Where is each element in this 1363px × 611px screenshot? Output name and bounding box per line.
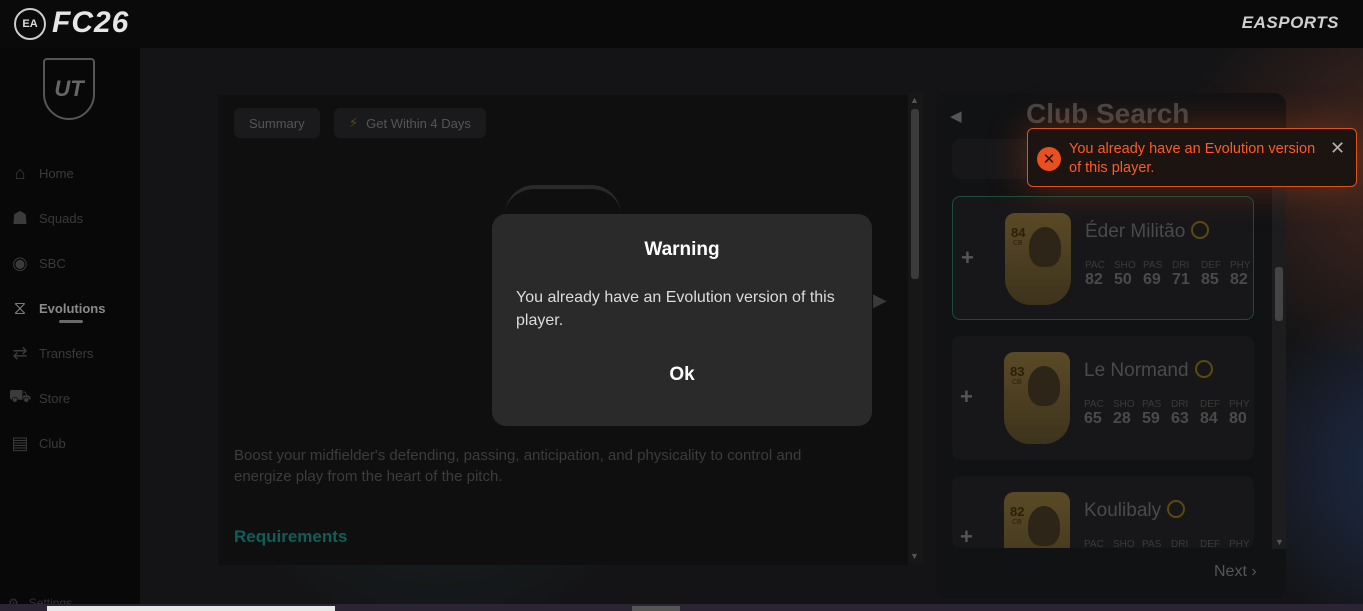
sidebar-item-label: Club	[39, 435, 66, 451]
evolution-badge-icon	[1167, 500, 1186, 518]
next-button[interactable]: Next ›	[1214, 563, 1257, 581]
sidebar-item-label: Squads	[39, 210, 84, 226]
evolution-description: Boost your midfielder's defending, passi…	[234, 447, 802, 485]
player-name: Koulibaly	[1084, 500, 1186, 522]
player-rating: 82	[1010, 504, 1025, 519]
add-player-button[interactable]: +	[961, 245, 974, 271]
dialog-title: Warning	[644, 239, 720, 260]
player-photo	[1028, 506, 1060, 546]
game-title: FC26	[52, 6, 130, 39]
warning-dialog: Warning You already have an Evolution ve…	[492, 214, 872, 426]
add-player-button[interactable]: +	[960, 384, 973, 410]
scroll-up-icon[interactable]: ▲	[910, 95, 919, 105]
player-name: Le Normand	[1084, 360, 1213, 382]
chevron-right-icon: ›	[1251, 563, 1257, 580]
main-scrollbar[interactable]: ▲ ▼	[908, 93, 922, 563]
top-bar: EA FC26 EASPORTS	[0, 0, 1363, 48]
chip-label: Summary	[249, 115, 305, 131]
player-row-eder-militao[interactable]: + 84 CB Éder Militão PAC 82 SHO 50 PAS 69 D…	[952, 196, 1254, 320]
chevron-right-icon[interactable]: ▶	[873, 290, 887, 311]
player-photo	[1028, 366, 1060, 406]
requirements-heading: Requirements	[234, 527, 348, 546]
player-name: Éder Militão	[1085, 221, 1210, 243]
player-position: CB	[1013, 240, 1023, 247]
sidebar-item-sbc[interactable]: ◉ SBC	[8, 248, 133, 278]
error-icon: ✕	[1037, 147, 1061, 171]
sidebar-item-home[interactable]: ⌂ Home	[8, 158, 133, 188]
close-icon[interactable]: ✕	[1330, 138, 1345, 159]
toast-message: You already have an Evolution version of…	[1069, 141, 1316, 176]
evolutions-icon: ⧖	[13, 297, 27, 318]
player-photo	[1029, 227, 1061, 267]
evolution-card-outline	[505, 185, 621, 215]
sbc-icon: ◉	[12, 252, 28, 273]
add-player-button[interactable]: +	[960, 524, 973, 548]
dialog-message: You already have an Evolution version of…	[516, 289, 835, 329]
transfers-icon: ⇄	[12, 342, 28, 363]
club-icon: ▤	[11, 432, 29, 453]
sidebar-item-label: SBC	[39, 255, 66, 271]
player-rating: 84	[1011, 225, 1026, 240]
tab-get-within-4-days[interactable]: ⚡ Get Within 4 Days	[334, 108, 486, 138]
scroll-down-icon[interactable]: ▼	[1275, 537, 1284, 547]
scrollbar-thumb[interactable]	[1275, 267, 1283, 321]
taskbar-segment	[47, 606, 335, 611]
taskbar-segment	[632, 606, 680, 611]
player-card: 84 CB	[1005, 213, 1071, 305]
lightning-icon: ⚡	[349, 115, 359, 130]
ok-button[interactable]: Ok	[657, 364, 707, 390]
sidebar-item-transfers[interactable]: ⇄ Transfers	[8, 338, 133, 368]
sidebar: UT ⌂ Home ☗ Squads ◉ SBC ⧖ Evolutions ⇄ …	[0, 48, 140, 611]
scroll-down-icon[interactable]: ▼	[910, 551, 919, 561]
home-icon: ⌂	[14, 162, 26, 183]
ea-logo: EA	[14, 8, 46, 40]
tab-summary[interactable]: Summary	[234, 108, 320, 138]
player-card: 83 CB	[1004, 352, 1070, 444]
player-row-koulibaly[interactable]: + 82 CB Koulibaly PAC SHO PAS DRI DEF PH…	[952, 476, 1254, 548]
sidebar-item-label: Store	[39, 390, 71, 406]
player-position: CB	[1012, 519, 1022, 526]
scrollbar-thumb[interactable]	[911, 109, 919, 279]
player-card: 82 CB	[1004, 492, 1070, 548]
squads-icon: ☗	[11, 207, 29, 228]
brand-logo: EASPORTS	[1241, 13, 1339, 32]
player-stats: PAC SHO PAS DRI DEF PHY	[1084, 539, 1250, 548]
active-indicator	[59, 320, 83, 323]
club-search-title: Club Search	[1026, 98, 1190, 129]
club-search-scrollbar[interactable]: ▼	[1272, 159, 1286, 549]
error-toast: ✕ You already have an Evolution version …	[1027, 128, 1357, 187]
player-position: CB	[1012, 379, 1022, 386]
back-arrow-icon[interactable]: ◀	[950, 107, 962, 125]
ut-badge: UT	[43, 58, 95, 120]
chip-label: Get Within 4 Days	[366, 115, 471, 131]
sidebar-item-evolutions[interactable]: ⧖ Evolutions	[8, 293, 133, 323]
player-rating: 83	[1010, 364, 1025, 379]
sidebar-item-club[interactable]: ▤ Club	[8, 428, 133, 458]
taskbar	[0, 604, 1363, 611]
sidebar-item-label: Home	[39, 165, 74, 181]
sidebar-item-label: Transfers	[39, 345, 94, 361]
sidebar-item-store[interactable]: ⛟ Store	[8, 383, 133, 413]
evolution-badge-icon	[1194, 360, 1213, 378]
sidebar-item-squads[interactable]: ☗ Squads	[8, 203, 133, 233]
sidebar-item-label: Evolutions	[39, 300, 106, 316]
player-stats: PAC 82 SHO 50 PAS 69 DRI 71 DEF 85 PHY 82	[1085, 260, 1251, 288]
evolution-badge-icon	[1191, 221, 1210, 239]
player-row-le-normand[interactable]: + 83 CB Le Normand PAC 65 SHO 28 PAS 59 DRI…	[952, 336, 1254, 460]
store-icon: ⛟	[8, 386, 32, 406]
player-stats: PAC 65 SHO 28 PAS 59 DRI 63 DEF 84 PHY 80	[1084, 399, 1250, 427]
